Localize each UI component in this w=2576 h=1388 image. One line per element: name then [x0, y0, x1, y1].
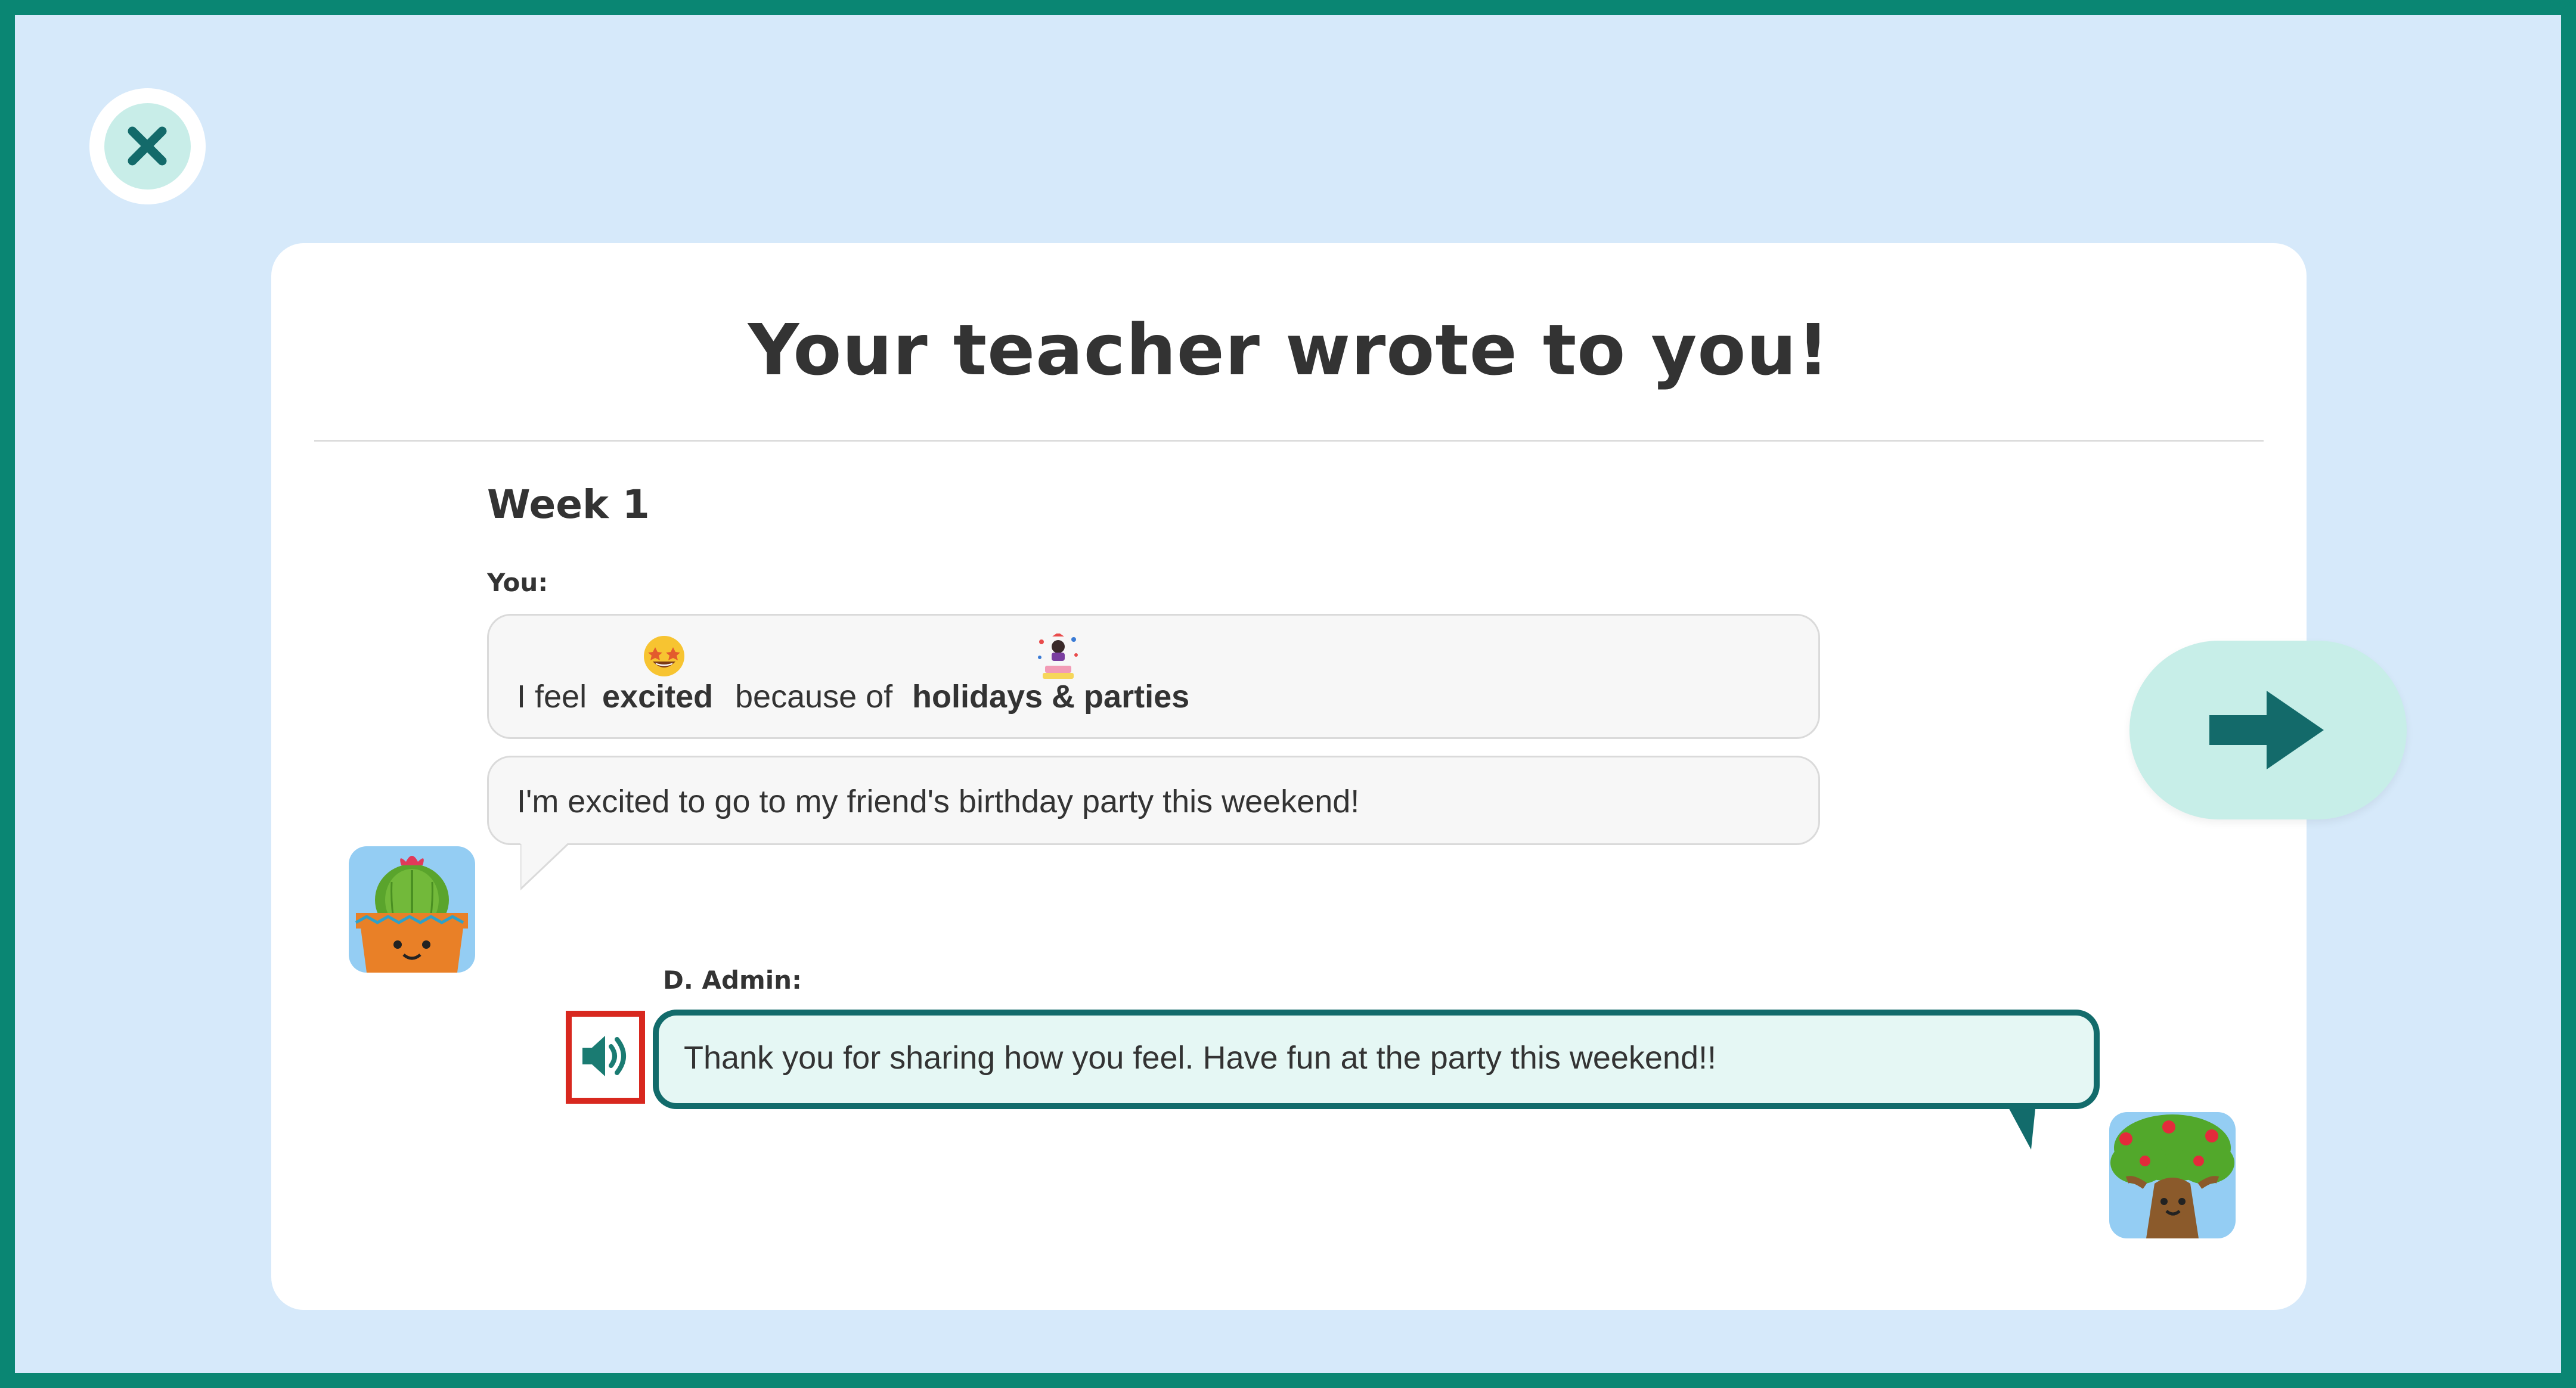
tree-avatar [2109, 1112, 2236, 1238]
teacher-message-text: Thank you for sharing how you feel. Have… [684, 1040, 1716, 1076]
student-bubble-tail [520, 843, 569, 890]
feeling-connector: because of [735, 679, 893, 715]
student-message-text: I'm excited to go to my friend's birthda… [517, 784, 1360, 819]
feeling-bubble [487, 614, 1820, 739]
feeling-word: excited [602, 679, 714, 715]
close-button[interactable] [89, 88, 206, 204]
week-heading: Week 1 [487, 482, 650, 527]
close-icon [128, 126, 167, 166]
feeling-prefix: I feel [517, 679, 587, 715]
message-card: Your teacher wrote to you! Week 1 You: I… [271, 243, 2307, 1310]
next-button[interactable] [2129, 641, 2407, 819]
student-author-label: You: [487, 568, 548, 597]
speaker-icon [582, 1036, 626, 1076]
read-aloud-button[interactable] [566, 1011, 645, 1104]
party-emoji [1038, 634, 1078, 679]
title-divider [314, 440, 2264, 442]
feeling-reason: holidays & parties [912, 679, 1190, 715]
cactus-avatar [349, 846, 475, 973]
teacher-bubble-tail [2006, 1103, 2036, 1150]
page-title: Your teacher wrote to you! [748, 309, 1830, 391]
teacher-author-label: D. Admin: [663, 965, 802, 995]
star-eyes-emoji [644, 636, 684, 676]
arrow-right-icon [2209, 691, 2324, 769]
